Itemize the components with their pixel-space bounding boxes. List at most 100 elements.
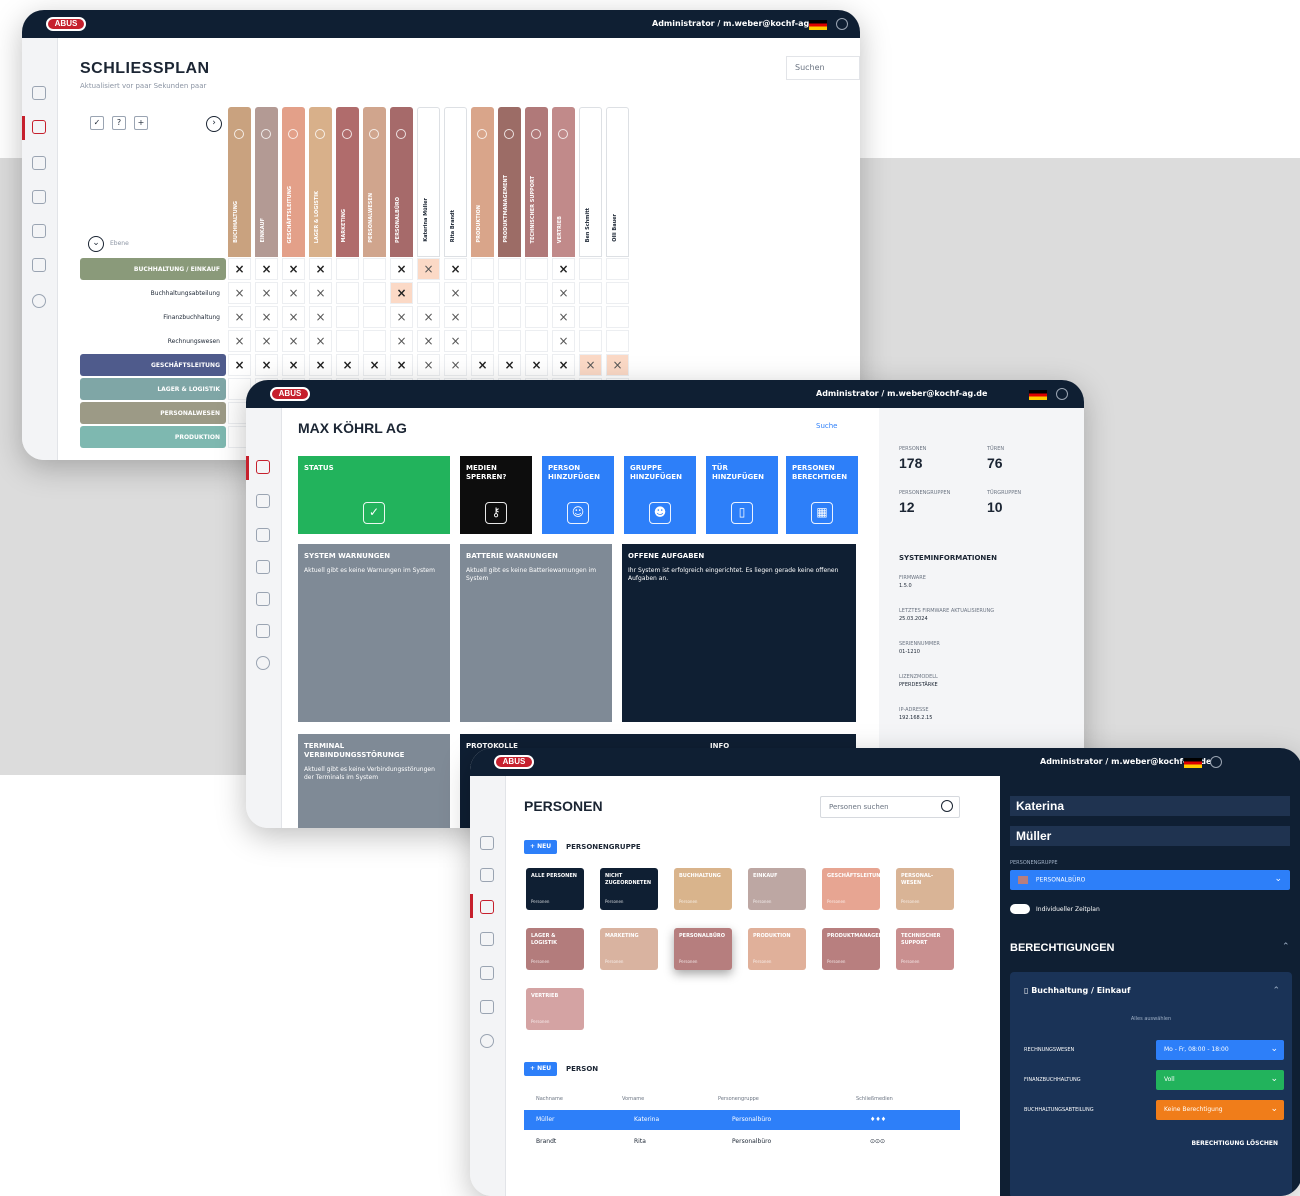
column-header[interactable]: VERTRIEB (552, 107, 575, 257)
column-header[interactable]: LAGER & LOGISTIK (309, 107, 332, 257)
grid-cell[interactable]: × (552, 282, 575, 304)
group-row-label[interactable]: PRODUKTION (80, 426, 226, 448)
column-header[interactable]: PERSONALWESEN (363, 107, 386, 257)
group-card[interactable]: LAGER & LOGISTIK Personen (526, 928, 584, 970)
german-flag-icon[interactable] (809, 20, 827, 30)
table-header-cell[interactable]: Personengruppe (718, 1096, 759, 1102)
group-row-label[interactable]: GESCHÄFTSLEITUNG (80, 354, 226, 376)
grid-cell[interactable] (363, 258, 386, 280)
table-row[interactable]: Müller Katerina Personalbüro ♦♦♦ (524, 1110, 960, 1130)
grid-cell[interactable]: × (390, 354, 413, 376)
grid-cell[interactable] (471, 258, 494, 280)
schedule-toggle[interactable] (1010, 904, 1030, 914)
tile-5[interactable]: PERSONEN BERECHTIGEN ▦ (786, 456, 858, 534)
grid-cell[interactable] (606, 282, 629, 304)
grid-cell[interactable] (417, 282, 440, 304)
group-row-label[interactable]: PERSONALWESEN (80, 402, 226, 424)
column-header[interactable]: PRODUKTMANAGEMENT (498, 107, 521, 257)
column-header[interactable]: Katerina Müller (417, 107, 440, 257)
grid-cell[interactable] (606, 330, 629, 352)
group-card[interactable]: ALLE PERSONEN Personen (526, 868, 584, 910)
grid-cell[interactable]: × (282, 354, 305, 376)
grid-cell[interactable]: × (579, 354, 602, 376)
grid-cell[interactable]: × (228, 330, 251, 352)
info-button[interactable]: ? (112, 116, 126, 130)
new-group-button[interactable]: + NEU (524, 840, 558, 854)
grid-cell[interactable] (471, 330, 494, 352)
power-icon[interactable] (1056, 388, 1068, 400)
chevron-up-icon[interactable]: ⌃ (1272, 986, 1280, 996)
german-flag-icon[interactable] (1029, 390, 1047, 400)
grid-cell[interactable] (498, 306, 521, 328)
plan-icon[interactable] (256, 494, 270, 508)
grid-cell[interactable] (336, 258, 359, 280)
grid-cell[interactable]: × (309, 282, 332, 304)
group-card[interactable]: BUCHHALTUNG Personen (674, 868, 732, 910)
table-header-cell[interactable]: Vorname (622, 1096, 644, 1102)
grid-cell[interactable]: × (552, 354, 575, 376)
user-label[interactable]: Administrator / m.weber@kochf-ag.de (652, 19, 823, 28)
grid-cell[interactable]: × (255, 354, 278, 376)
grid-cell[interactable] (579, 330, 602, 352)
grid-cell[interactable]: × (282, 282, 305, 304)
grid-cell[interactable] (498, 282, 521, 304)
tile-3[interactable]: GRUPPE HINZUFÜGEN ☻ (624, 456, 696, 534)
door-icon[interactable] (256, 560, 270, 574)
perm-group-title[interactable]: ▯ Buchhaltung / Einkauf (1024, 986, 1130, 995)
grid-cell[interactable] (498, 258, 521, 280)
grid-cell[interactable] (525, 330, 548, 352)
group-card[interactable]: MARKETING Personen (600, 928, 658, 970)
permission-select[interactable]: Mo - Fr, 08:00 - 18:00 ⌄ (1156, 1040, 1284, 1060)
grid-cell[interactable]: × (390, 306, 413, 328)
grid-cell[interactable]: × (282, 306, 305, 328)
grid-cell[interactable]: × (309, 306, 332, 328)
grid-cell[interactable]: × (552, 330, 575, 352)
door-icon[interactable] (480, 932, 494, 946)
door-row-label[interactable]: Buchhaltungsabteilung (80, 282, 226, 304)
grid-cell[interactable]: × (417, 306, 440, 328)
column-header[interactable]: TECHNISCHER SUPPORT (525, 107, 548, 257)
grid-cell[interactable]: × (255, 306, 278, 328)
delete-permission-button[interactable]: BERECHTIGUNG LÖSCHEN (1191, 1140, 1278, 1147)
door-row-label[interactable]: Finanzbuchhaltung (80, 306, 226, 328)
grid-cell[interactable]: × (228, 258, 251, 280)
device-icon[interactable] (480, 1000, 494, 1014)
column-header[interactable]: MARKETING (336, 107, 359, 257)
search-link[interactable]: Suche (816, 422, 837, 430)
grid-cell[interactable]: × (255, 330, 278, 352)
grid-cell[interactable]: × (255, 282, 278, 304)
group-select[interactable]: PERSONALBÜRO ⌄ (1010, 870, 1290, 890)
settings-icon[interactable] (32, 294, 46, 308)
new-person-button[interactable]: + NEU (524, 1062, 558, 1076)
grid-cell[interactable] (336, 330, 359, 352)
search-input[interactable]: Suchen (786, 56, 860, 80)
column-header[interactable]: EINKAUF (255, 107, 278, 257)
group-card[interactable]: PRODUKTMANAGEMENT Personen (822, 928, 895, 970)
tile-2[interactable]: PERSON HINZUFÜGEN ☺ (542, 456, 614, 534)
grid-cell[interactable]: × (417, 258, 440, 280)
settings-icon[interactable] (256, 656, 270, 670)
last-name-field[interactable]: Müller (1010, 826, 1290, 846)
grid-cell[interactable]: × (444, 282, 467, 304)
grid-cell[interactable]: × (390, 330, 413, 352)
calendar-icon[interactable] (480, 966, 494, 980)
grid-cell[interactable] (336, 282, 359, 304)
grid-cell[interactable] (579, 282, 602, 304)
plan-icon[interactable] (32, 120, 46, 134)
group-card[interactable]: GESCHÄFTSLEITUNG Personen (822, 868, 885, 910)
grid-cell[interactable]: × (390, 258, 413, 280)
select-all-link[interactable]: Alles auswählen (1010, 1016, 1292, 1022)
grid-cell[interactable]: × (309, 330, 332, 352)
power-icon[interactable] (836, 18, 848, 30)
grid-cell[interactable] (579, 306, 602, 328)
group-card[interactable]: NICHT ZUGEORDNETEN Personen (600, 868, 658, 910)
table-header-cell[interactable]: Schließmedien (856, 1096, 893, 1102)
device-icon[interactable] (32, 258, 46, 272)
grid-cell[interactable]: × (444, 330, 467, 352)
column-header[interactable]: Rita Brandt (444, 107, 467, 257)
grid-cell[interactable] (525, 282, 548, 304)
grid-cell[interactable]: × (444, 354, 467, 376)
tile-4[interactable]: TÜR HINZUFÜGEN ▯ (706, 456, 778, 534)
grid-cell[interactable]: × (255, 258, 278, 280)
calendar-icon[interactable] (32, 224, 46, 238)
